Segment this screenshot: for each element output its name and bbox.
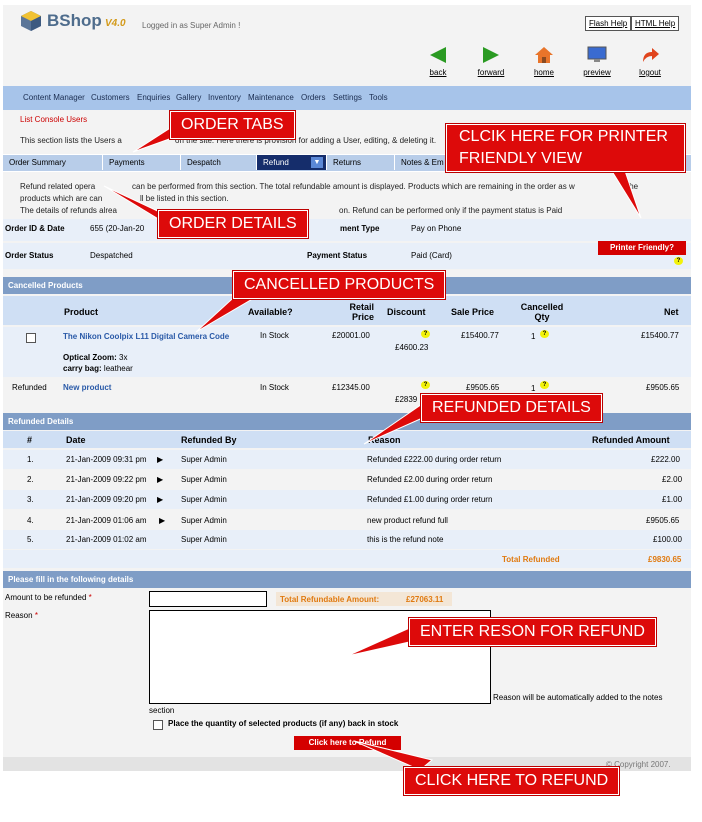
callout-order-details: ORDER DETAILS xyxy=(158,210,308,238)
callout-order-tabs: ORDER TABS xyxy=(170,111,295,139)
callout-cancelled-products: CANCELLED PRODUCTS xyxy=(233,271,446,299)
arrow-printer xyxy=(609,167,642,219)
callout-enter-reason: ENTER RESON FOR REFUND xyxy=(409,618,656,646)
callout-printer-friendly: CLCIK HERE FOR PRINTER FRIENDLY VIEW xyxy=(446,124,685,172)
arrow-refund xyxy=(353,740,434,771)
callout-click-refund: CLICK HERE TO REFUND xyxy=(404,767,620,795)
arrow-reason xyxy=(346,625,419,657)
callout-refunded-details: REFUNDED DETAILS xyxy=(421,394,602,422)
